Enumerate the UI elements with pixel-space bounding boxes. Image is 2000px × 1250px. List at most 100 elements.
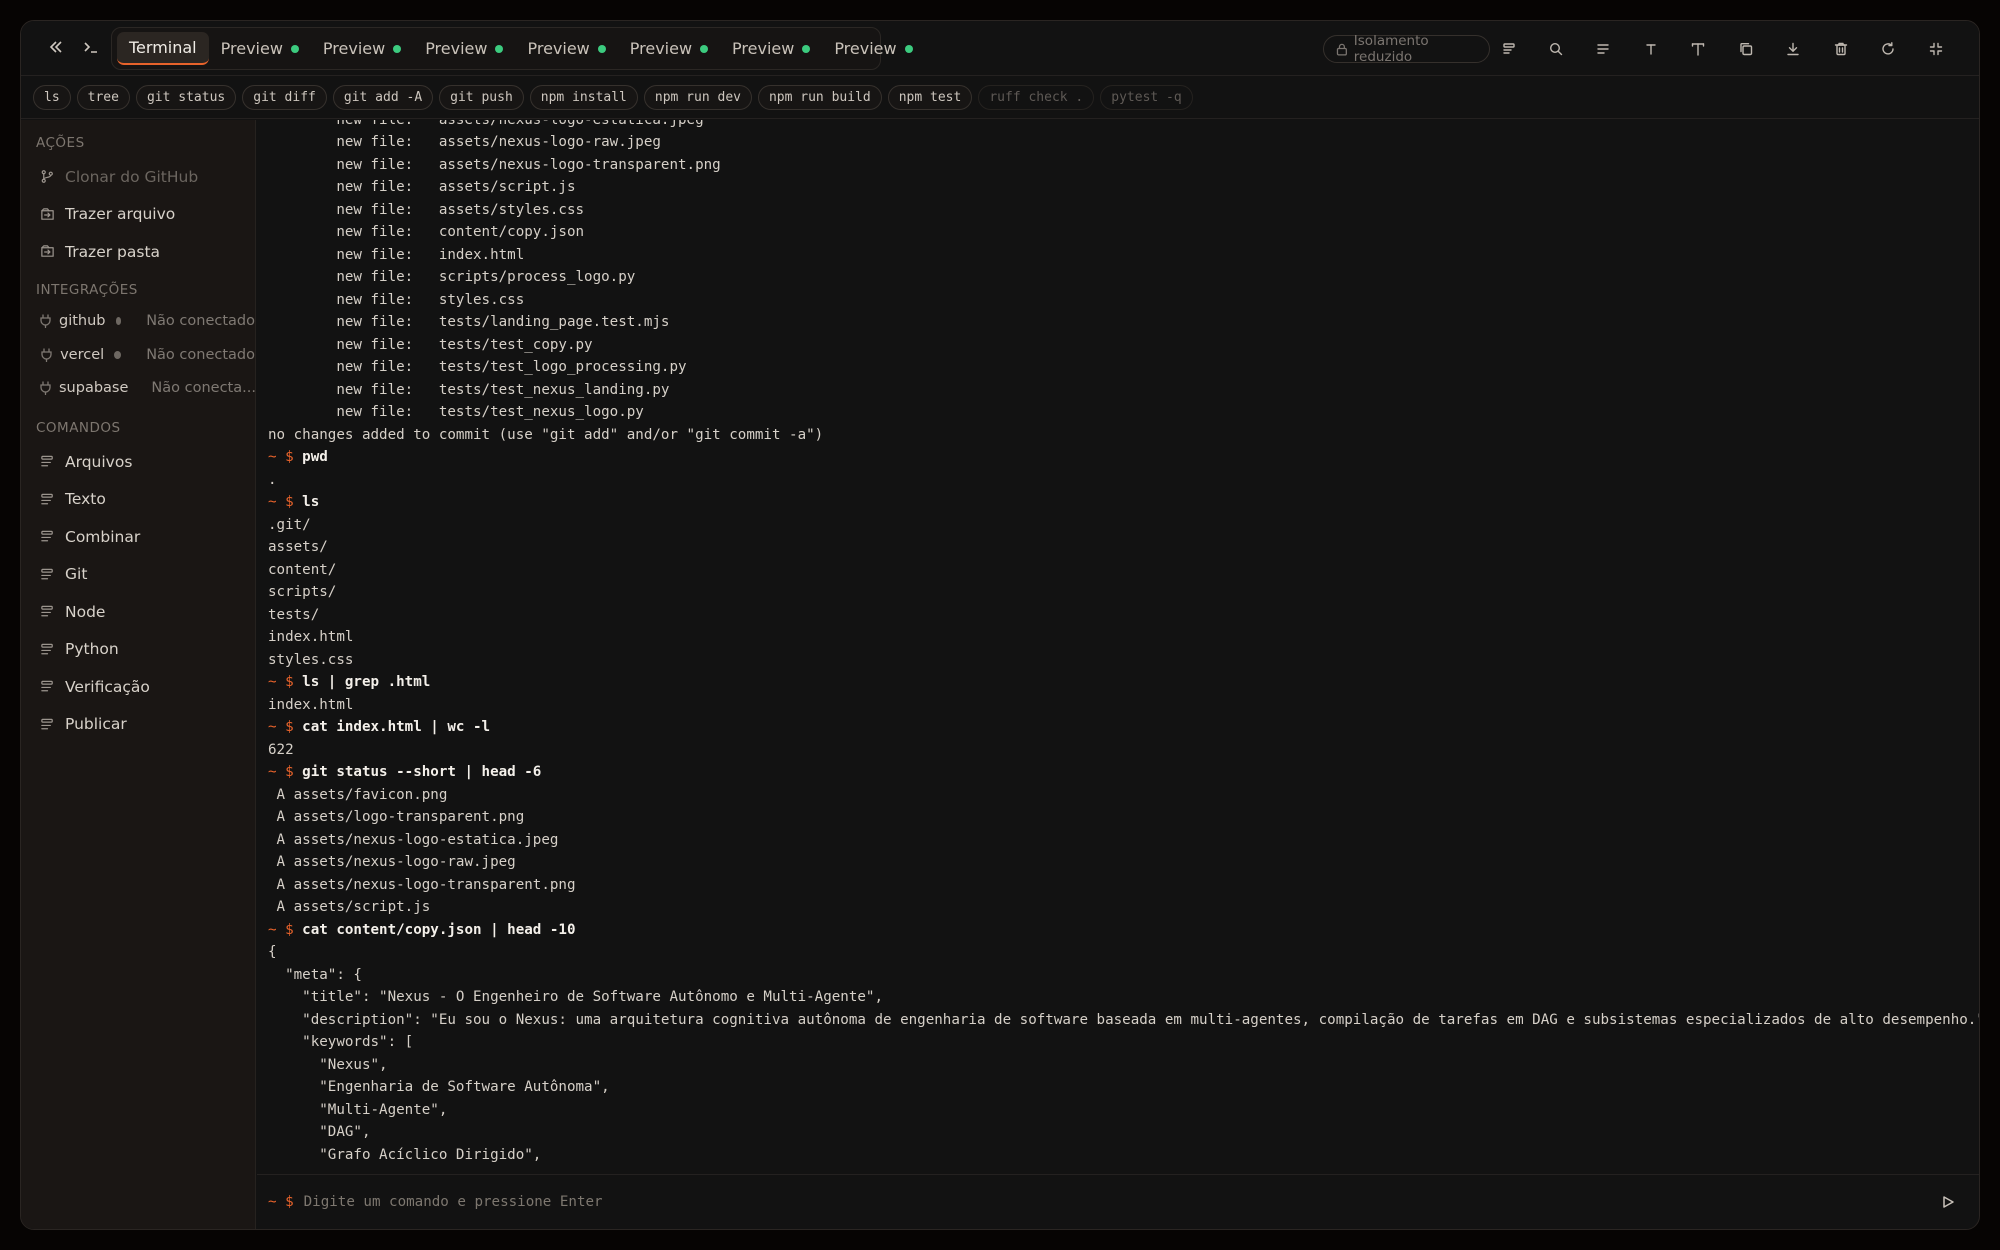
command-publicar[interactable]: Publicar [21,706,255,744]
isolation-label: Isolamento reduzido [1353,33,1429,65]
command-label: Git [65,565,88,584]
integration-supabase[interactable]: supabase Não conecta... [21,372,256,406]
tab-label: Preview [834,39,897,58]
output-text: "description": "Eu sou o Nexus: uma arqu… [268,1011,1979,1028]
chip-tree[interactable]: tree [76,85,130,110]
tab-label: Preview [629,39,693,58]
integration-name: supabase [59,380,129,397]
command-verificacao[interactable]: Verificação [21,668,255,706]
output-text: new file: index.html [268,246,525,263]
output-text: new file: assets/styles.css [268,201,585,218]
font-large-button[interactable] [1685,36,1711,62]
tab-label: Preview [220,39,283,58]
output-line: "Grafo Acíclico Dirigido", [268,1144,1979,1167]
chip-git-status[interactable]: git status [135,85,237,110]
command-arquivos[interactable]: Arquivos [21,443,255,481]
output-line: new file: scripts/process_logo.py [268,266,1979,289]
chip-git-add-a[interactable]: git add -A [332,85,434,110]
wrap-button[interactable] [1590,36,1616,62]
tab-preview[interactable]: Preview [822,32,924,65]
status-dot [802,44,811,53]
output-text: "Engenharia de Software Autônoma", [268,1079,610,1095]
integrations-section-title: INTEGRAÇÕES [36,281,138,298]
commands-list: Arquivos Texto Combinar Git Node Python Verifi… [21,443,255,743]
output-text: styles.css [268,651,354,668]
copy-button[interactable] [1733,36,1759,62]
isolation-button[interactable]: Isolamento reduzido [1323,33,1490,65]
chip-pytest-q[interactable]: pytest -q [1100,85,1193,110]
font-large-icon [1691,43,1705,56]
plug-icon [39,347,53,363]
chip-npm-run-dev[interactable]: npm run dev [643,85,752,110]
output-text: A assets/nexus-logo-transparent.png [268,876,576,893]
chip-git-diff[interactable]: git diff [242,85,327,110]
output-line: scripts/ [268,581,1979,604]
chip-ruff-check[interactable]: ruff check . [978,85,1095,110]
command-texto[interactable]: Texto [21,481,255,519]
refresh-button[interactable] [1875,36,1901,62]
output-text: scripts/ [268,584,337,600]
chip-npm-test[interactable]: npm test [887,85,973,110]
action-trazer-arquivo[interactable]: Trazer arquivo [21,196,255,234]
chip-git-push[interactable]: git push [439,85,524,110]
action-trazer-pasta[interactable]: Trazer pasta [21,233,255,271]
action-clonar-do-github[interactable]: Clonar do GitHub [21,158,255,196]
send-button[interactable] [1937,1191,1959,1213]
terminal-output[interactable]: new file: assets/nexus-logo-estatica.jpe… [257,120,1979,1174]
terminal-button[interactable] [77,33,105,61]
tab-preview[interactable]: Preview [311,32,413,65]
wrap-icon [1597,44,1609,54]
output-text: tests/ [268,606,320,623]
output-line: new file: assets/script.js [268,176,1979,199]
search-button[interactable] [1543,36,1569,62]
tab-preview[interactable]: Preview [720,32,822,65]
command-text: git status --short | head -6 [302,764,542,780]
output-line: "Multi-Agente", [268,1099,1979,1122]
command-git[interactable]: Git [21,556,255,594]
output-line: A assets/script.js [268,896,1979,919]
action-label: Trazer arquivo [65,205,176,224]
output-text: new file: assets/nexus-logo-transparent.… [268,156,721,173]
command-node[interactable]: Node [21,593,255,631]
command-python[interactable]: Python [21,631,255,669]
actions-list: Clonar do GitHub Trazer arquivo Trazer pas… [21,158,255,271]
command-label: Python [65,640,119,659]
actions-section-title: AÇÕES [36,135,85,151]
integration-github[interactable]: github Não conectado [21,305,255,339]
output-text: "Nexus", [268,1056,388,1073]
chip-ls[interactable]: ls [33,85,71,110]
tab-terminal[interactable]: Terminal [117,32,209,65]
tab-preview[interactable]: Preview [209,32,311,65]
tab-label: Preview [732,39,795,58]
tab-preview[interactable]: Preview [515,32,617,65]
output-text: 622 [268,741,294,758]
command-input[interactable] [303,1194,1904,1210]
chip-npm-run-build[interactable]: npm run build [757,85,882,110]
command-combinar[interactable]: Combinar [21,518,255,556]
output-line: A assets/logo-transparent.png [268,806,1979,829]
collapse-button[interactable] [1923,36,1949,62]
output-line: "meta": { [268,964,1979,987]
trash-button[interactable] [1828,36,1854,62]
tab-preview[interactable]: Preview [413,32,515,65]
font-small-button[interactable] [1638,36,1664,62]
output-line: index.html [268,694,1979,717]
tab-label: Preview [425,39,488,58]
tab-label: Preview [527,39,590,58]
refresh-icon [1882,42,1894,55]
integration-name: github [59,313,106,330]
integration-vercel[interactable]: vercel Não conectado [21,338,255,372]
command-line: ~ $ pwd [268,446,1979,469]
output-text: "title": "Nexus - O Engenheiro de Softwa… [268,989,883,1005]
prompt: ~ $ [268,764,294,780]
chip-npm-install[interactable]: npm install [529,85,638,110]
download-button[interactable] [1780,36,1806,62]
commands-button[interactable] [1496,36,1522,62]
output-text: new file: tests/test_nexus_landing.py [268,381,670,398]
collapse-sidebar-button[interactable] [42,33,70,61]
collapse-icon [1929,42,1943,56]
output-text: "meta": { [268,966,362,983]
tab-preview[interactable]: Preview [618,32,720,65]
integration-status: Não conectado [146,313,255,330]
prompt: ~ $ [268,674,294,690]
